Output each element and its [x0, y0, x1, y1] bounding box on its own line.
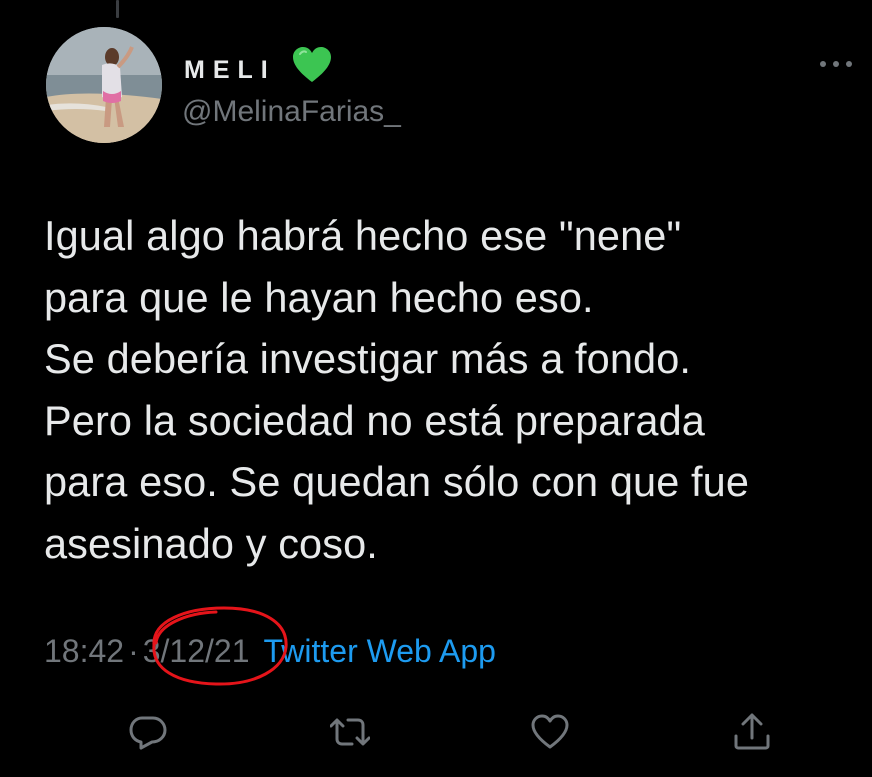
tweet-source-link[interactable]: Twitter Web App	[264, 633, 496, 670]
user-handle[interactable]: @MelinaFarias_	[182, 95, 401, 129]
green-heart-icon	[293, 47, 331, 82]
tweet-time[interactable]: 18:42	[44, 633, 124, 670]
reply-icon[interactable]	[128, 712, 168, 752]
tweet-text: Igual algo habrá hecho ese "nene" para q…	[44, 212, 750, 567]
tweet-date[interactable]: 3/12/21	[143, 633, 250, 670]
tweet-meta: 18:42 · 3/12/21 Twitter Web App	[44, 633, 496, 670]
retweet-icon[interactable]	[330, 712, 370, 752]
display-name[interactable]: MELI	[184, 56, 276, 85]
avatar[interactable]	[46, 27, 162, 143]
more-icon[interactable]	[819, 58, 853, 70]
like-icon[interactable]	[530, 712, 570, 752]
share-icon[interactable]	[732, 712, 772, 752]
thread-connector	[116, 0, 119, 18]
meta-separator: ·	[128, 633, 139, 669]
